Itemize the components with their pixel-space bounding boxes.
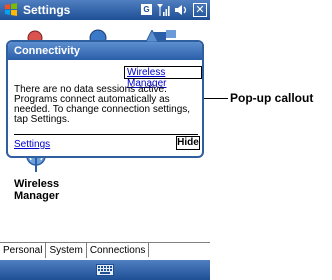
keyboard-icon[interactable] [96, 264, 114, 276]
settings-tabs: Personal System Connections [0, 242, 210, 258]
g-network-icon[interactable]: G [141, 4, 152, 15]
popup-message: There are no data sessions active. Progr… [14, 84, 191, 125]
tab-system[interactable]: System [46, 243, 87, 258]
windows-flag-icon[interactable] [3, 2, 19, 18]
callout-label: Pop-up callout [230, 91, 314, 105]
popup-pointer [146, 30, 158, 42]
close-button[interactable]: ✕ [193, 3, 207, 17]
callout-line [204, 98, 228, 99]
window-title: Settings [23, 3, 71, 17]
popup-title: Connectivity [8, 42, 202, 60]
settings-link[interactable]: Settings [14, 139, 50, 150]
tab-connections[interactable]: Connections [86, 242, 150, 257]
connectivity-popup: Connectivity Wireless Manager There are … [6, 40, 204, 158]
device-screen: Settings G ✕ Wireless Manager Personal S… [0, 0, 210, 280]
tab-personal[interactable]: Personal [0, 243, 47, 258]
volume-icon[interactable] [174, 3, 188, 17]
signal-icon[interactable] [156, 3, 170, 17]
title-bar: Settings G ✕ [0, 0, 210, 20]
wireless-manager-label[interactable]: Wireless Manager [14, 178, 59, 202]
popup-divider [14, 134, 198, 135]
wireless-manager-link[interactable]: Wireless Manager [124, 66, 202, 89]
menu-bar [0, 260, 210, 280]
hide-button[interactable]: Hide [176, 136, 200, 150]
